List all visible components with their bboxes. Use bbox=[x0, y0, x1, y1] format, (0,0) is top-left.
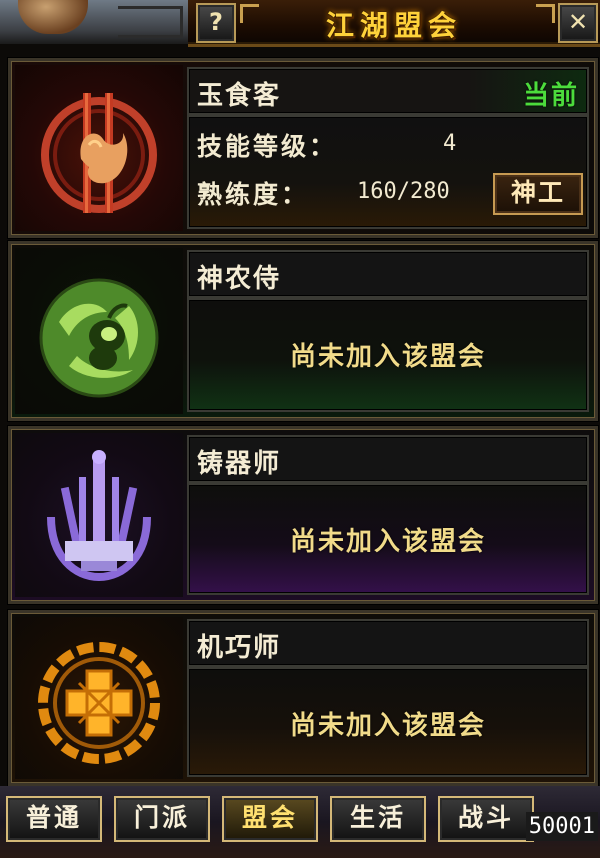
guild-info-box: 尚未加入该盟会 bbox=[187, 667, 589, 777]
guild-info-box: 尚未加入该盟会 bbox=[187, 298, 589, 412]
weapon-rack-emblem-icon bbox=[47, 450, 151, 582]
guild-name-bar: 机巧师 bbox=[187, 619, 589, 667]
background-scene bbox=[0, 0, 190, 44]
shengong-button[interactable]: 神工 bbox=[493, 173, 583, 215]
close-button[interactable]: ✕ bbox=[558, 3, 598, 43]
corner-ornament-icon bbox=[536, 4, 555, 23]
guild-name: 玉食客 bbox=[197, 81, 282, 111]
help-button[interactable]: ? bbox=[196, 3, 236, 43]
tab-guild[interactable]: 盟会 bbox=[222, 796, 318, 842]
chat-tab-bar: 普通 门派 盟会 生活 战斗 50001 bbox=[0, 786, 600, 858]
skill-level-label: 技能等级： bbox=[197, 132, 338, 161]
guild-name-bar: 玉食客 当前 bbox=[187, 67, 589, 115]
not-joined-text: 尚未加入该盟会 bbox=[289, 711, 486, 741]
current-badge: 当前 bbox=[522, 81, 579, 111]
guild-emblem bbox=[15, 248, 183, 414]
guild-emblem bbox=[15, 65, 183, 231]
guild-card-herbalist[interactable]: 神农侍 尚未加入该盟会 bbox=[8, 241, 598, 421]
bottom-counter: 50001 bbox=[525, 812, 598, 841]
rail-decoration bbox=[118, 6, 183, 38]
guild-info-box: 尚未加入该盟会 bbox=[187, 483, 589, 595]
guild-name: 机巧师 bbox=[197, 633, 282, 663]
corner-ornament-icon bbox=[240, 4, 259, 23]
guild-name: 神农侍 bbox=[197, 264, 282, 294]
guild-emblem bbox=[15, 433, 183, 597]
chef-emblem-icon bbox=[41, 93, 157, 213]
guild-name: 铸器师 bbox=[197, 449, 282, 479]
tab-combat[interactable]: 战斗 bbox=[438, 796, 534, 842]
gear-emblem-icon bbox=[38, 642, 160, 764]
pot-decoration bbox=[18, 0, 88, 34]
guild-name-bar: 铸器师 bbox=[187, 435, 589, 483]
guild-name-bar: 神农侍 bbox=[187, 250, 589, 298]
guild-card-chef[interactable]: 玉食客 当前 技能等级： 4 熟练度： 160/280 神工 bbox=[8, 58, 598, 238]
not-joined-text: 尚未加入该盟会 bbox=[289, 342, 486, 372]
tab-normal[interactable]: 普通 bbox=[6, 796, 102, 842]
tab-sect[interactable]: 门派 bbox=[114, 796, 210, 842]
proficiency-value: 160/280 bbox=[357, 179, 450, 204]
guild-card-smith[interactable]: 铸器师 尚未加入该盟会 bbox=[8, 426, 598, 604]
guild-info-box: 技能等级： 4 熟练度： 160/280 神工 bbox=[187, 115, 589, 229]
guild-emblem bbox=[15, 617, 183, 779]
close-icon: ✕ bbox=[567, 8, 589, 36]
not-joined-text: 尚未加入该盟会 bbox=[289, 527, 486, 557]
proficiency-label: 熟练度： bbox=[197, 180, 310, 209]
guild-card-mechanist[interactable]: 机巧师 尚未加入该盟会 bbox=[8, 610, 598, 786]
guild-window: 江湖盟会 ? ✕ 玉食客 当前 技能等级： 4 熟练度： 160/280 神工 … bbox=[0, 0, 600, 858]
gourd-emblem-icon bbox=[39, 278, 159, 398]
skill-level-value: 4 bbox=[443, 131, 457, 156]
tab-life[interactable]: 生活 bbox=[330, 796, 426, 842]
